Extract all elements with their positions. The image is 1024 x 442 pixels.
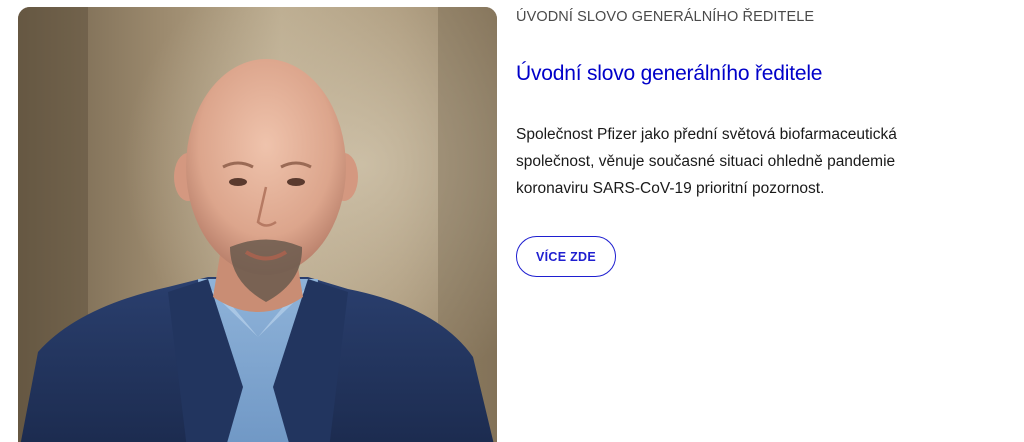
ceo-portrait-photo	[18, 7, 497, 442]
ceo-intro-section: ÚVODNÍ SLOVO GENERÁLNÍHO ŘEDITELE Úvodní…	[0, 0, 1024, 442]
more-button[interactable]: VÍCE ZDE	[516, 236, 616, 277]
section-title: Úvodní slovo generálního ředitele	[516, 62, 823, 85]
section-eyebrow: ÚVODNÍ SLOVO GENERÁLNÍHO ŘEDITELE	[516, 9, 815, 25]
intro-paragraph: Společnost Pfizer jako přední světová bi…	[516, 126, 897, 197]
